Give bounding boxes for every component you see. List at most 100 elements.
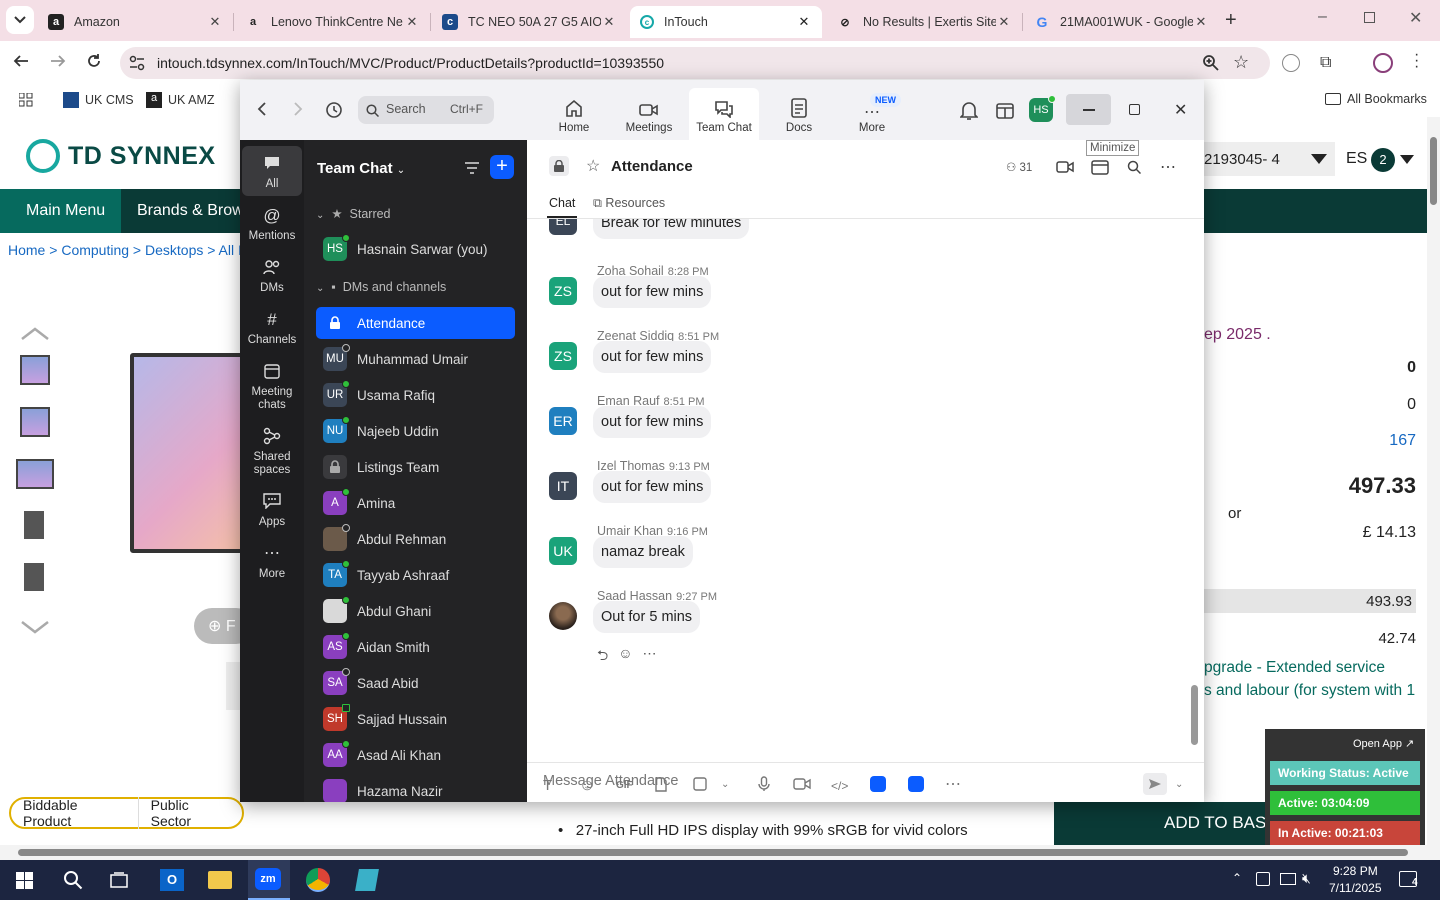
rail-apps[interactable]: Apps — [242, 490, 302, 529]
stock-value[interactable]: 167 — [1380, 432, 1416, 450]
back-icon[interactable] — [13, 53, 29, 69]
chat-item-listings-team[interactable]: Listings Team — [316, 451, 515, 483]
calendar-gift-icon[interactable] — [996, 101, 1014, 119]
zoom-icon[interactable] — [1202, 54, 1220, 72]
chat-item-hasnain-sarwar[interactable]: HS Hasnain Sarwar (you) — [316, 233, 515, 265]
filter-icon[interactable] — [464, 161, 480, 175]
main-menu-button[interactable]: Main Menu — [0, 189, 121, 233]
message-bubble[interactable]: out for few mins — [593, 276, 712, 308]
avatar[interactable]: ZS — [549, 342, 577, 370]
browser-tab-active[interactable]: c InTouch ✕ — [630, 6, 822, 38]
chat-item-sajjad-hussain[interactable]: SH Sajjad Hussain — [316, 703, 515, 735]
screenshot-icon[interactable] — [693, 777, 708, 792]
open-app-link[interactable]: Open App ↗ — [1353, 737, 1414, 750]
tab-resources[interactable]: ⧉ Resources — [593, 196, 665, 211]
maximize-button[interactable] — [1129, 104, 1140, 115]
team-chat-title[interactable]: Team Chat ⌄ — [317, 160, 405, 177]
rail-mentions[interactable]: @ Mentions — [242, 204, 302, 243]
history-icon[interactable] — [325, 101, 343, 119]
volume-muted-icon[interactable]: 🔇︎ — [1302, 870, 1311, 887]
avatar-photo[interactable] — [549, 602, 577, 630]
close-tab-icon[interactable]: ✕ — [1193, 14, 1209, 30]
product-thumbnail[interactable] — [24, 511, 44, 539]
avatar[interactable]: ER — [549, 407, 577, 435]
chat-item-aidan-smith[interactable]: AS Aidan Smith — [316, 631, 515, 663]
address-bar[interactable]: intouch.tdsynnex.com/InTouch/MVC/Product… — [120, 47, 1270, 79]
gif-icon[interactable]: GIF — [616, 780, 633, 791]
close-tab-icon[interactable]: ✕ — [404, 14, 420, 30]
chat-item-amina[interactable]: A Amina — [316, 487, 515, 519]
chat-item-tayyab-ashraaf[interactable]: TA Tayyab Ashraaf — [316, 559, 515, 591]
microphone-icon[interactable] — [758, 776, 770, 792]
rail-more[interactable]: ⋯ More — [242, 542, 302, 581]
security-tray-icon[interactable] — [1256, 872, 1270, 886]
search-icon[interactable] — [63, 870, 83, 890]
clock-date[interactable]: 7/11/2025 — [1329, 881, 1382, 895]
translate-icon[interactable] — [1282, 54, 1300, 72]
zoom-forward-icon[interactable] — [293, 102, 303, 116]
product-thumbnail[interactable] — [24, 563, 44, 591]
file-icon[interactable] — [655, 777, 667, 792]
nav-home[interactable]: Home — [539, 96, 609, 134]
browser-tab[interactable]: ⊘ No Results | Exertis Site ✕ — [827, 6, 1022, 38]
search-icon[interactable] — [1127, 160, 1141, 174]
close-window-icon[interactable]: ✕ — [1174, 100, 1187, 120]
page-scrollbar[interactable] — [1427, 117, 1440, 845]
close-tab-icon[interactable]: ✕ — [207, 14, 223, 30]
product-thumbnail[interactable] — [16, 459, 54, 489]
show-hidden-icons[interactable]: ⌃ — [1232, 871, 1242, 885]
chat-item-asad-ali-khan[interactable]: AA Asad Ali Khan — [316, 739, 515, 771]
bell-icon[interactable] — [960, 100, 978, 120]
avatar[interactable]: EL — [549, 219, 577, 235]
notification-badge[interactable]: 2 — [1371, 148, 1395, 172]
nav-docs[interactable]: Docs — [764, 96, 834, 134]
tab-search-button[interactable] — [6, 6, 34, 34]
rail-dms[interactable]: DMs — [242, 256, 302, 295]
more-actions-icon[interactable]: ⋯ — [643, 645, 657, 669]
more-tools-icon[interactable]: ⋯ — [945, 774, 961, 794]
chat-item-najeeb-uddin[interactable]: NU Najeeb Uddin — [316, 415, 515, 447]
bookmark-uk-amz[interactable]: a UK AMZ — [146, 92, 215, 108]
thumb-down-arrow-icon[interactable] — [20, 620, 50, 634]
browser-tab[interactable]: a Amazon ✕ — [38, 6, 233, 38]
chat-item-usama-rafiq[interactable]: UR Usama Rafiq — [316, 379, 515, 411]
extensions-icon[interactable]: ⧉ — [1320, 54, 1331, 72]
zoom-search-input[interactable]: Search Ctrl+F — [358, 96, 494, 124]
message-bubble[interactable]: namaz break — [593, 536, 693, 568]
chrome-menu-icon[interactable]: · · · — [1414, 47, 1419, 75]
window-minimize-icon[interactable]: – — [1318, 8, 1327, 26]
emoji-icon[interactable]: ☺ — [579, 777, 595, 795]
tab-chat[interactable]: Chat — [549, 196, 575, 210]
close-tab-icon[interactable]: ✕ — [796, 14, 812, 30]
forward-icon[interactable] — [50, 53, 66, 69]
channel-title[interactable]: Attendance — [611, 158, 693, 175]
star-channel-icon[interactable]: ☆ — [586, 156, 600, 176]
calendar-icon[interactable] — [1091, 159, 1109, 175]
apps-grid-icon[interactable] — [19, 93, 33, 107]
chat-item-attendance[interactable]: Attendance — [316, 307, 515, 339]
nav-team-chat[interactable]: Team Chat — [689, 88, 759, 140]
tdsynnex-logo[interactable]: TD SYNNEX — [26, 139, 216, 173]
chat-item-abdul-rehman[interactable]: Abdul Rehman — [316, 523, 515, 555]
dms-header[interactable]: ⌄ ▪ DMs and channels — [316, 280, 446, 294]
bookmark-uk-cms[interactable]: UK CMS — [63, 92, 134, 108]
more-options-icon[interactable]: ⋯ — [1160, 157, 1176, 177]
close-tab-icon[interactable]: ✕ — [601, 14, 617, 30]
public-sector-tag[interactable]: Public Sector — [139, 797, 242, 829]
rail-all[interactable]: All — [242, 146, 302, 196]
message-bubble[interactable]: Out for 5 mins — [593, 601, 701, 633]
browser-tab[interactable]: G 21MA001WUK - Google ✕ — [1024, 6, 1219, 38]
rail-shared-spaces[interactable]: Shared spaces — [242, 425, 302, 477]
starred-header[interactable]: ⌄ ★ Starred — [316, 206, 391, 221]
upgrade-link[interactable]: s and labour (for system with 1 — [1204, 682, 1415, 700]
message-bubble[interactable]: out for few mins — [593, 406, 712, 438]
message-bubble[interactable]: Break for few minutes — [593, 219, 750, 239]
zoom-app-icon[interactable] — [908, 776, 924, 792]
window-close-icon[interactable]: ✕ — [1409, 8, 1422, 28]
url-text[interactable]: intouch.tdsynnex.com/InTouch/MVC/Product… — [157, 55, 664, 71]
window-restore-icon[interactable] — [1364, 12, 1375, 23]
message-list-scrollbar[interactable] — [1191, 685, 1198, 745]
avatar[interactable]: ZS — [549, 277, 577, 305]
rail-channels[interactable]: # Channels — [242, 308, 302, 347]
chat-item-abdul-ghani[interactable]: Abdul Ghani — [316, 595, 515, 627]
